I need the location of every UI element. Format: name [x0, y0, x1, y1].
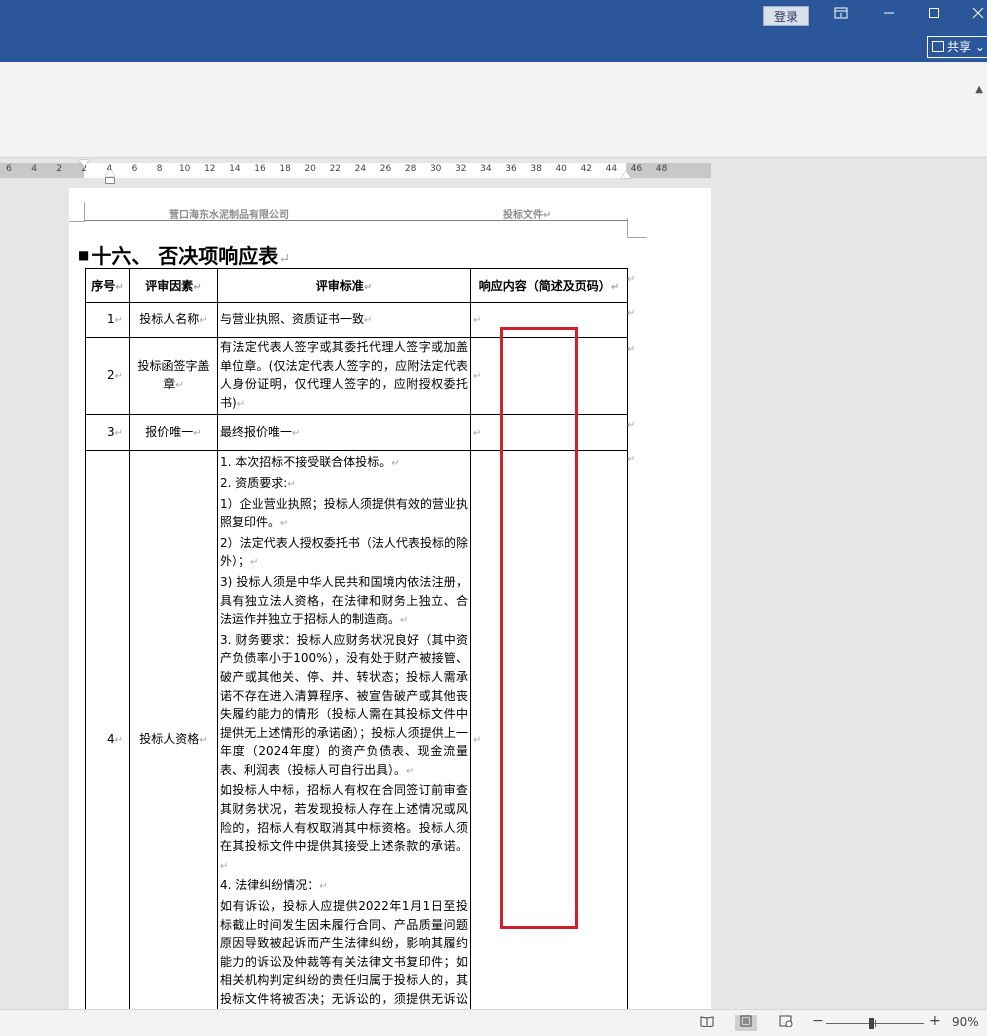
table-header-row: 序号↵ 评审因素↵ 评审标准↵ 响应内容（简述及页码）↵ [85, 268, 628, 303]
read-mode-icon[interactable] [696, 1015, 718, 1031]
ruler-number: 18 [279, 164, 291, 174]
standard-line: 2）法定代表人授权委托书（法人代表投标的除外）；↵ [220, 535, 468, 569]
restore-icon[interactable] [914, 2, 954, 28]
cell-no[interactable]: 3↵ [85, 414, 130, 452]
ruler-number: 30 [429, 164, 442, 174]
cell-response[interactable]: ↵ [470, 336, 628, 416]
header-cell-factor: 评审因素↵ [129, 268, 218, 303]
ruler-number: 24 [354, 164, 367, 174]
cell-no[interactable]: 4↵ [85, 450, 130, 1009]
ribbon-body [0, 62, 987, 158]
table-row: 4↵ 投标人资格↵ 1. 本次招标不接受联合体投标。↵ 2. 资质要求:↵ 1）… [85, 450, 628, 1009]
share-button[interactable]: 共享 ⌄ [927, 36, 987, 58]
header-doc-type: 投标文件↵ [503, 210, 552, 221]
ruler-number: 4 [31, 164, 37, 174]
zoom-out-button[interactable]: − [812, 1013, 824, 1029]
cell-standard[interactable]: 有法定代表人签字或其委托代理人签字或加盖单位章。(仅法定代表人签字的，应附法定代… [217, 336, 471, 416]
ruler-number: 20 [304, 164, 316, 174]
row-end-mark: ↵ [627, 274, 636, 285]
row-end-mark: ↵ [627, 420, 636, 431]
right-indent-marker[interactable] [621, 171, 631, 178]
share-icon [932, 41, 944, 52]
document-page[interactable]: 营口海东水泥制品有限公司 投标文件↵ ■ 十六、 否决项响应表↵ 序号↵ 评审因素… [69, 188, 711, 1009]
ruler-number: 28 [404, 164, 417, 174]
ribbon-tabs [0, 32, 987, 62]
standard-line: 1）企业营业执照；投标人须提供有效的营业执照复印件。↵ [220, 496, 468, 530]
ruler-number: 12 [204, 164, 216, 174]
cell-factor[interactable]: 投标人资格↵ [129, 450, 218, 1009]
table-row: 2↵ 投标函签字盖章↵ 有法定代表人签字或其委托代理人签字或加盖单位章。(仅法定… [85, 336, 628, 416]
ruler-number: 6 [131, 164, 138, 174]
hanging-indent-marker[interactable] [105, 169, 115, 176]
close-icon[interactable] [958, 2, 987, 28]
ruler-number: 44 [605, 164, 618, 174]
row-end-mark: ↵ [627, 344, 636, 355]
ruler-number: 8 [156, 164, 163, 174]
ruler-number: 36 [505, 164, 517, 174]
zoom-in-button[interactable]: + [929, 1013, 941, 1029]
print-layout-icon[interactable] [735, 1015, 757, 1031]
cell-no[interactable]: 2↵ [85, 336, 130, 416]
header-cell-no: 序号↵ [85, 268, 130, 303]
ribbon-display-options-icon[interactable] [821, 2, 861, 28]
cell-no[interactable]: 1↵ [85, 302, 130, 338]
ruler-number: 46 [630, 164, 643, 174]
standard-line: 1. 本次招标不接受联合体投标。↵ [220, 455, 400, 470]
zoom-slider-thumb[interactable] [869, 1018, 874, 1029]
standard-line: 3. 财务要求：投标人应财务状况良好（其中资产负债率小于100%），没有处于财产… [220, 632, 468, 777]
ruler-number: 40 [555, 164, 567, 174]
standard-line: 3) 投标人须是中华人民共和国境内依法注册，具有独立法人资格，在法律和财务上独立… [220, 574, 468, 627]
header-rule [85, 220, 628, 221]
title-bar: 登录 [0, 0, 987, 32]
standard-line: 如有诉讼，投标人应提供2022年1月1日至投标截止时间发生因未履行合同、产品质量… [220, 899, 468, 1006]
cell-standard[interactable]: 1. 本次招标不接受联合体投标。↵ 2. 资质要求:↵ 1）企业营业执照；投标人… [217, 450, 471, 1009]
standard-line: 如投标人中标，招标人有权在合同签订前审查其财务状况，若发现投标人存在上述情况或风… [220, 783, 468, 872]
section-title: ■ 十六、 否决项响应表↵ [78, 244, 291, 268]
zoom-level[interactable]: 90% [952, 1015, 979, 1029]
cell-factor[interactable]: 报价唯一↵ [129, 414, 218, 452]
ruler-number: 38 [530, 164, 542, 174]
standard-line: 4. 法律纠纷情况：↵ [220, 878, 328, 893]
table-row: 1↵ 投标人名称↵ 与营业执照、资质证书一致↵ ↵ [85, 302, 628, 338]
login-button[interactable]: 登录 [763, 6, 809, 26]
web-layout-icon[interactable] [775, 1015, 797, 1031]
ruler-number: 16 [254, 164, 266, 174]
row-end-mark: ↵ [627, 454, 636, 465]
cell-standard[interactable]: 最终报价唯一↵ [217, 414, 471, 452]
ruler-number: 2 [56, 164, 63, 174]
ruler-number: 10 [178, 164, 191, 174]
status-bar: − + 90% [0, 1009, 987, 1036]
zoom-100-tick [875, 1020, 876, 1027]
ruler-number: 14 [229, 164, 241, 174]
cell-factor[interactable]: 投标人名称↵ [129, 302, 218, 338]
ruler-number: 42 [580, 164, 593, 174]
ruler-number: 32 [455, 164, 467, 174]
table-row: 3↵ 报价唯一↵ 最终报价唯一↵ ↵ [85, 414, 628, 452]
collapse-ribbon-icon[interactable]: ▲ [975, 84, 983, 95]
minimize-icon[interactable] [869, 2, 909, 28]
cell-response[interactable]: ↵ [470, 302, 628, 338]
ruler-number: 22 [329, 164, 342, 174]
rejection-response-table: 序号↵ 评审因素↵ 评审标准↵ 响应内容（简述及页码）↵ 1↵ 投标人名称↵ 与… [85, 268, 628, 1009]
ruler-number: 26 [379, 164, 392, 174]
ruler-area: 6 4 2 2 4 6 8 10 12 14 16 18 20 22 24 26 28 30 32 34 36 38 40 4… [0, 158, 987, 186]
cell-factor[interactable]: 投标函签字盖章↵ [129, 336, 218, 416]
margin-corner-top-right [627, 218, 647, 238]
ruler-number: 34 [480, 164, 492, 174]
header-cell-response: 响应内容（简述及页码）↵ [470, 268, 628, 303]
first-line-indent-marker[interactable] [79, 160, 89, 167]
header-company-name: 营口海东水泥制品有限公司 [169, 210, 289, 221]
header-cell-standard: 评审标准↵ [217, 268, 471, 303]
cell-response[interactable]: ↵ [470, 414, 628, 452]
margin-corner-top-left [69, 202, 85, 222]
cell-response[interactable]: ↵ [470, 450, 628, 1009]
ruler-number: 48 [655, 164, 668, 174]
left-indent-marker[interactable] [105, 177, 115, 184]
ruler-number: 6 [6, 164, 12, 174]
row-end-mark: ↵ [627, 308, 636, 319]
cell-standard[interactable]: 与营业执照、资质证书一致↵ [217, 302, 471, 338]
standard-line: 2. 资质要求:↵ [220, 475, 296, 490]
